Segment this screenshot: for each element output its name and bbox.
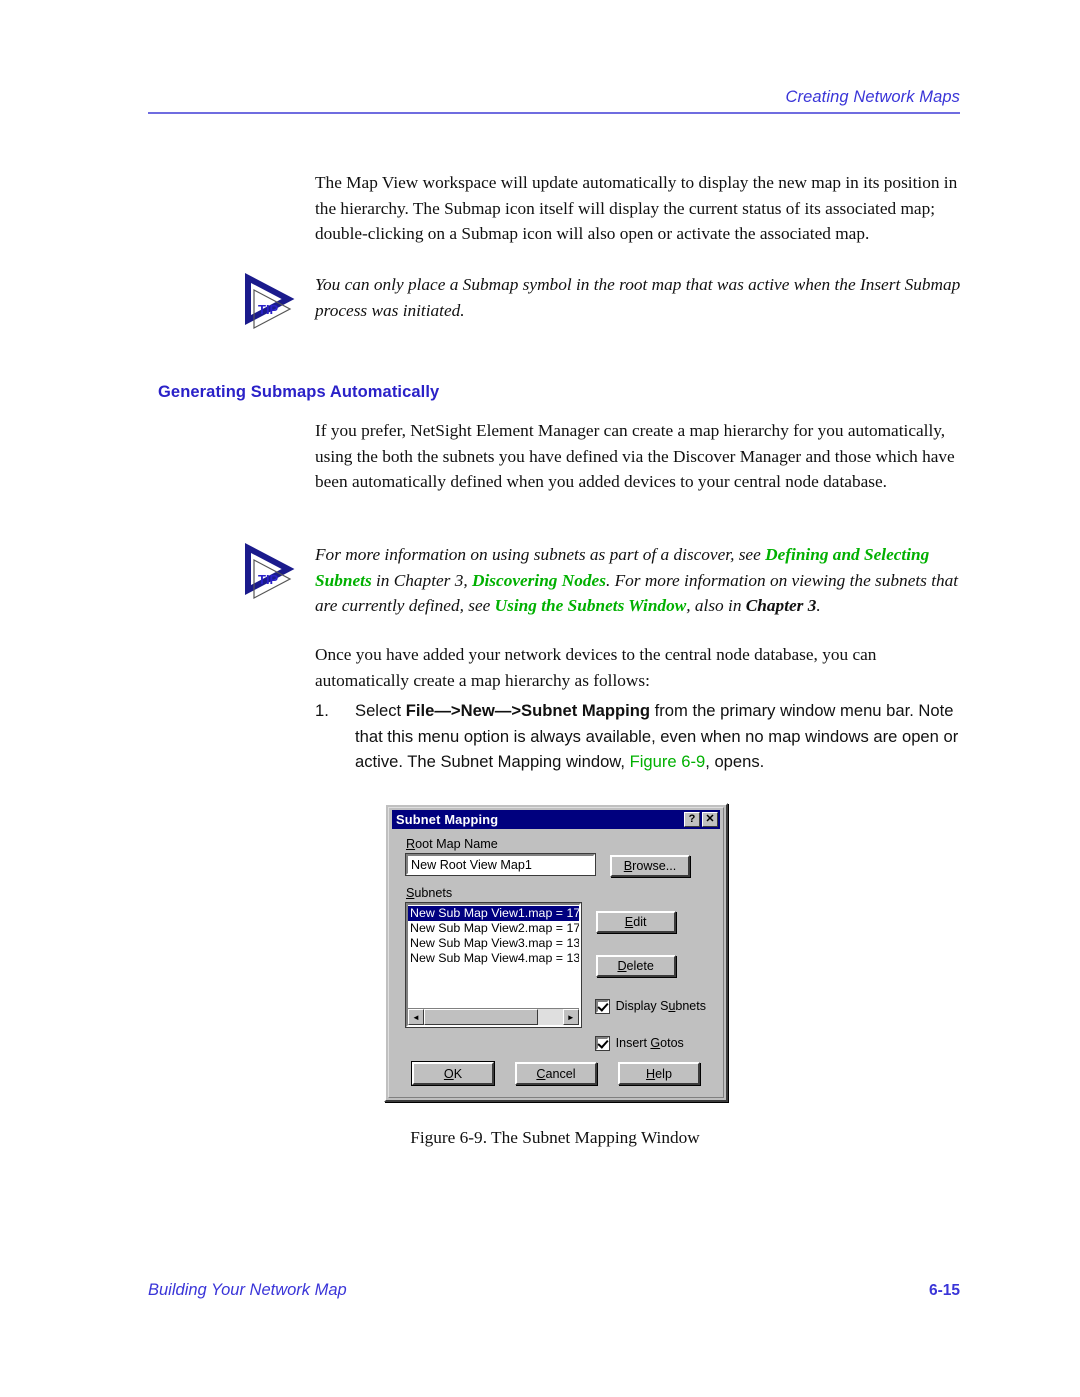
scrollbar-thumb[interactable]: [424, 1009, 538, 1025]
browse-button[interactable]: Browse...: [610, 855, 690, 877]
display-subnets-checkbox[interactable]: [594, 998, 610, 1014]
dialog-body: Root Map Name New Root View Map1 Browse.…: [392, 831, 720, 1091]
tip-text-1: You can only place a Submap symbol in th…: [315, 275, 961, 320]
delete-button[interactable]: Delete: [595, 955, 676, 977]
running-header: Creating Network Maps: [148, 88, 960, 114]
subnets-listbox[interactable]: New Sub Map View1.map = 172.19.5 New Sub…: [405, 902, 582, 1028]
insert-gotos-checkbox[interactable]: [594, 1035, 610, 1051]
scroll-left-arrow-icon[interactable]: ◄: [408, 1009, 424, 1025]
header-rule: [148, 112, 960, 114]
tip2-seg4: , also in: [686, 596, 746, 615]
insert-gotos-checkbox-row[interactable]: Insert Gotos: [594, 1035, 706, 1051]
svg-text:TIP: TIP: [258, 302, 279, 317]
page-footer: Building Your Network Map 6-15: [148, 1281, 960, 1300]
root-map-row: New Root View Map1 Browse...: [405, 853, 706, 877]
display-pre: Display S: [615, 999, 669, 1013]
cancel-accel: C: [536, 1066, 546, 1081]
list-item[interactable]: New Sub Map View2.map = 172.19.56: [408, 921, 579, 936]
root-map-accel: R: [406, 837, 416, 851]
step1-seg3: , opens.: [705, 752, 765, 771]
delete-accel: D: [617, 959, 627, 973]
help-button[interactable]: Help: [618, 1062, 700, 1085]
step1-menu-path: File—>New—>Subnet Mapping: [405, 701, 651, 720]
dialog-inner-frame: Subnet Mapping ? ✕ Root Map Name New Roo…: [388, 807, 724, 1098]
dialog-side-controls: Edit Delete Display Subnets Insert Gotos: [594, 903, 706, 1051]
tip2-seg2: in Chapter 3,: [371, 570, 473, 590]
edit-button[interactable]: Edit: [595, 911, 676, 933]
cancel-button[interactable]: Cancel: [515, 1062, 597, 1085]
display-subnets-label: Display Subnets: [616, 999, 706, 1013]
dialog-titlebar[interactable]: Subnet Mapping ? ✕: [392, 810, 720, 829]
gotos-accel: G: [650, 1036, 661, 1050]
gotos-post: otos: [660, 1036, 684, 1050]
tip2-seg5: .: [816, 596, 821, 615]
root-map-name-input[interactable]: New Root View Map1: [405, 853, 596, 876]
tip-icon: TIP: [232, 272, 306, 334]
dialog-title: Subnet Mapping: [396, 812, 499, 827]
tip-callout-2: TIP For more information on using subnet…: [232, 542, 962, 619]
list-item[interactable]: New Sub Map View3.map = 134.141.2: [408, 936, 579, 951]
cancel-label-rest: ancel: [545, 1066, 576, 1081]
tip-callout-1: TIP You can only place a Submap symbol i…: [232, 272, 962, 329]
browse-accel: B: [623, 859, 633, 873]
subnets-row: New Sub Map View1.map = 172.19.5 New Sub…: [405, 902, 706, 1051]
dialog-button-row: OK Cancel Help: [411, 1061, 700, 1086]
auto-intro-paragraph: If you prefer, NetSight Element Manager …: [315, 421, 955, 491]
root-map-label-rest: oot Map Name: [415, 837, 498, 851]
help-icon[interactable]: ?: [684, 812, 700, 827]
step1-seg1: Select: [355, 701, 406, 720]
link-using-the-subnets-window[interactable]: Using the Subnets Window: [495, 596, 687, 615]
footer-page-number: 6-15: [928, 1282, 960, 1299]
svg-text:TIP: TIP: [258, 572, 279, 587]
scrollbar-track[interactable]: [424, 1009, 563, 1025]
edit-accel: E: [624, 915, 634, 929]
intro-paragraph: The Map View workspace will update autom…: [315, 173, 958, 243]
edit-label-rest: dit: [633, 915, 647, 929]
delete-label-rest: elete: [626, 959, 654, 973]
link-figure-6-9[interactable]: Figure 6-9: [630, 752, 706, 771]
list-item[interactable]: New Sub Map View4.map = 134.141.6: [408, 951, 579, 966]
ok-label-rest: K: [453, 1066, 463, 1081]
list-item[interactable]: New Sub Map View1.map = 172.19.5: [408, 906, 579, 921]
help-accel: H: [646, 1066, 656, 1081]
list-item: 1. Select File—>New—>Subnet Mapping from…: [315, 698, 975, 775]
root-map-name-label: Root Map Name: [406, 837, 706, 851]
scroll-right-arrow-icon[interactable]: ►: [562, 1009, 579, 1025]
horizontal-scrollbar[interactable]: ◄ ►: [408, 1008, 579, 1025]
close-icon[interactable]: ✕: [702, 812, 718, 827]
section-heading: Generating Submaps Automatically: [158, 383, 440, 401]
document-page: Creating Network Maps The Map View works…: [0, 0, 1080, 1397]
display-post: bnets: [675, 999, 706, 1013]
link-discovering-nodes[interactable]: Discovering Nodes: [472, 571, 606, 590]
help-label-rest: elp: [655, 1066, 672, 1081]
subnet-mapping-dialog: Subnet Mapping ? ✕ Root Map Name New Roo…: [384, 803, 728, 1102]
tip2-bold-chapter: Chapter 3: [745, 596, 817, 615]
list-item-body: Select File—>New—>Subnet Mapping from th…: [355, 698, 975, 775]
once-added-paragraph: Once you have added your network devices…: [315, 645, 877, 690]
figure-caption: Figure 6-9. The Subnet Mapping Window: [410, 1128, 700, 1147]
ok-accel: O: [443, 1066, 454, 1081]
insert-gotos-label: Insert Gotos: [616, 1036, 684, 1050]
footer-chapter-title: Building Your Network Map: [148, 1281, 347, 1299]
tip-text-2: For more information on using subnets as…: [315, 542, 962, 619]
ok-button[interactable]: OK: [411, 1061, 495, 1086]
display-subnets-checkbox-row[interactable]: Display Subnets: [594, 998, 706, 1014]
browse-label-rest: rowse...: [632, 859, 677, 873]
tip2-seg1: For more information on using subnets as…: [315, 545, 766, 564]
tip-icon: TIP: [232, 542, 306, 604]
subnets-label-rest: ubnets: [414, 886, 453, 900]
gotos-pre: Insert: [615, 1036, 651, 1050]
subnets-label: Subnets: [406, 886, 706, 900]
header-title: Creating Network Maps: [785, 88, 960, 106]
list-item-number: 1.: [315, 701, 329, 720]
